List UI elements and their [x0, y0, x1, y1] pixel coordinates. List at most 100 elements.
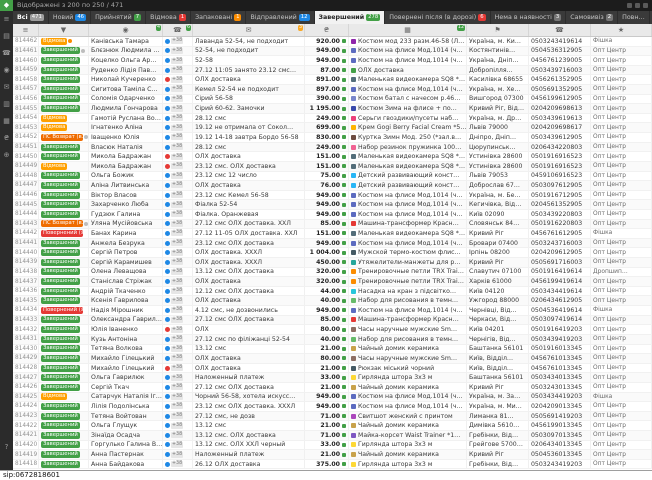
client-name[interactable]: Банах Карина [89, 229, 163, 238]
phone-icon[interactable] [165, 308, 170, 313]
finance-icon[interactable]: ₴ [0, 130, 13, 147]
phone-icon[interactable] [165, 327, 170, 332]
table-row[interactable]: 814460ЗавершенийКоцелко Ольга Ар…+3852-5… [13, 56, 652, 66]
header-telephone-icon[interactable]: ☎ [529, 24, 591, 36]
client-name[interactable]: Сергій Ткач [89, 383, 163, 392]
header-phone-icon[interactable]: ☎6 [163, 24, 193, 36]
client-name[interactable]: Уляна Мусійовська [89, 220, 163, 229]
client-name[interactable]: Ігнатенко Аліна [89, 123, 163, 132]
client-name[interactable]: Микола Бадражан [89, 152, 163, 161]
table-row[interactable]: 814422ЗавершенийОльга Глущук+3813.12 смс… [13, 421, 652, 431]
tab-3[interactable]: Відмова1 [146, 11, 191, 24]
table-row[interactable]: 814459ЗавершенийРуденко Лідія Пав…+3827.… [13, 66, 652, 76]
client-name[interactable]: Людмила Гончарова [89, 104, 163, 113]
phone-icon[interactable] [165, 433, 170, 438]
table-row[interactable]: 814446ЗавершенийВіктор Власов+3823.12 см… [13, 191, 652, 201]
table-row[interactable]: 814419ЗавершенийАнна Пастернак+38Наложен… [13, 450, 652, 460]
help-icon[interactable]: ? [0, 439, 13, 456]
client-name[interactable]: Ксенія Гаврилова [89, 296, 163, 305]
client-name[interactable]: Надія Мірошник [89, 306, 163, 315]
phone-icon[interactable] [165, 337, 170, 342]
chat-icon[interactable]: ✉ [0, 79, 13, 96]
header-contacts-icon[interactable]: ◉4 [89, 24, 163, 36]
table-row[interactable]: 814437ЗавершенийСтаніслав Стріжак+38ОЛХ … [13, 277, 652, 287]
client-name[interactable]: Гудзюк Галина [89, 210, 163, 219]
phone-icon[interactable] [165, 48, 170, 53]
table-row[interactable]: 814425ВідмоваСатарчук Наталія Іг…+38Чорн… [13, 393, 652, 403]
table-row[interactable]: 814443ПС Возврат (в…Уляна Мусійовська+38… [13, 220, 652, 230]
client-name[interactable]: Кузь Антоніна [89, 335, 163, 344]
client-name[interactable]: Олена Леващова [89, 268, 163, 277]
user-icon[interactable] [643, 3, 648, 8]
table-row[interactable]: 814421ЗавершенийЗінаїда Осадча+3813.12 с… [13, 431, 652, 441]
client-name[interactable]: Канівська Тамара [89, 37, 163, 46]
client-name[interactable]: Ольга Божик [89, 172, 163, 181]
phone-icon[interactable] [165, 106, 170, 111]
phone-icon[interactable] [165, 68, 170, 73]
client-name[interactable]: Анна Пастернак [89, 450, 163, 459]
table-row[interactable]: 814458ЗавершенийНиколай Кучеренко+38ОЛХ … [13, 75, 652, 85]
table-row[interactable]: 814445ЗавершенийЗахарченко Люба+38Фіалка… [13, 200, 652, 210]
phone-icon[interactable] [165, 125, 170, 130]
client-name[interactable]: Лілія Подолінська [89, 402, 163, 411]
client-name[interactable]: Ольга Глущук [89, 421, 163, 430]
client-name[interactable]: Власюк Наталія [89, 143, 163, 152]
phone-icon[interactable] [165, 423, 170, 428]
table-row[interactable]: 814450ЗавершенийМикола Бадражан+38ОЛХ до… [13, 152, 652, 162]
client-name[interactable]: Блєзнюк Людмила … [89, 47, 163, 56]
table-row[interactable]: 814442Повернений (з…Банах Карина+3827.12… [13, 229, 652, 239]
tab-7[interactable]: Повернені після (в дорозі)6 [385, 11, 490, 24]
table-row[interactable]: 814454ВідмоваГамотій Руслана Во…+3828.12… [13, 114, 652, 124]
phone-icon[interactable] [165, 87, 170, 92]
table-row[interactable]: 814444ЗавершенийГудзюк Галина+38Фіалка. … [13, 210, 652, 220]
stats-icon[interactable]: ▥ [0, 96, 13, 113]
grid-icon[interactable] [627, 3, 632, 8]
contacts-icon[interactable]: ◉ [0, 62, 13, 79]
table-row[interactable]: 814428ЗавершенийМихайло Гілецький+38ОЛХ … [13, 364, 652, 374]
client-name[interactable]: Зінаїда Осадча [89, 431, 163, 440]
table-row[interactable]: 814436ЗавершенийАндрій Ткаченко+3812.12 … [13, 287, 652, 297]
phone-icon[interactable] [165, 145, 170, 150]
client-name[interactable]: Гамотій Руслана Во… [89, 114, 163, 123]
phone-icon[interactable] [165, 279, 170, 284]
phone-icon[interactable] [165, 202, 170, 207]
client-name[interactable]: Сергій Петров [89, 248, 163, 257]
table-row[interactable]: 814420ЗавершенийГоргулько Галина В…+3813… [13, 441, 652, 451]
phone-icon[interactable] [165, 250, 170, 255]
table-row[interactable]: 814423ЗавершенийТетяна Войтован+3827.12 … [13, 412, 652, 422]
phone-icon[interactable] [165, 462, 170, 467]
header-filter-icon[interactable]: ▼ [39, 24, 89, 36]
client-name[interactable]: Олександра Гаврил… [89, 316, 163, 325]
menu-icon[interactable]: ≡ [0, 11, 13, 28]
client-name[interactable]: Тетяна Волкова [89, 345, 163, 354]
phone-icon[interactable] [165, 221, 170, 226]
table-row[interactable]: 814451ЗавершенийВласюк Наталія+3828.12 с… [13, 143, 652, 153]
table-row[interactable]: 814455ЗавершенийЛюдмила Гончарова+38Сіри… [13, 104, 652, 114]
table-row[interactable]: 814439ЗавершенийСергій Карамишев+38ОЛХ д… [13, 258, 652, 268]
client-name[interactable]: Тетяна Войтован [89, 412, 163, 421]
table-row[interactable]: 814429ЗавершенийМихайло Гілецький+38ОЛХ … [13, 354, 652, 364]
table-row[interactable]: 814424ЗавершенийЛілія Подолінська+3823.1… [13, 402, 652, 412]
phone-icon[interactable] [165, 39, 170, 44]
tab-10[interactable]: Повн… [618, 11, 650, 24]
products-icon[interactable]: ▦ [0, 113, 13, 130]
tab-2[interactable]: Прийнятий7 [91, 11, 146, 24]
header-price-icon[interactable]: ₴ [305, 24, 349, 36]
table-row[interactable]: 814456ЗавершенийСоломія Одарченко+38Сіри… [13, 95, 652, 105]
tab-5[interactable]: Відправлений12 [246, 11, 314, 24]
client-name[interactable]: Сергій Карамишев [89, 258, 163, 267]
phone-icon[interactable] [165, 289, 170, 294]
phone-icon[interactable] [165, 346, 170, 351]
phone-icon[interactable] [165, 452, 170, 457]
client-name[interactable]: Станіслав Стріжак [89, 277, 163, 286]
client-name[interactable]: Захарченко Люба [89, 200, 163, 209]
client-name[interactable]: Николай Кучеренко [89, 75, 163, 84]
client-name[interactable]: Соломія Одарченко [89, 95, 163, 104]
client-name[interactable]: Руденко Лідія Пав… [89, 66, 163, 75]
phone-icon[interactable] [165, 164, 170, 169]
table-row[interactable]: 814433ЗавершенийОлександра Гаврил…+3827.… [13, 316, 652, 326]
phone-icon[interactable] [165, 414, 170, 419]
header-menu-icon[interactable]: ≡ [13, 24, 39, 36]
phone-icon[interactable] [165, 231, 170, 236]
table-row[interactable]: 814452ПС Возврат (в…Іващенко Юлія+3819.1… [13, 133, 652, 143]
